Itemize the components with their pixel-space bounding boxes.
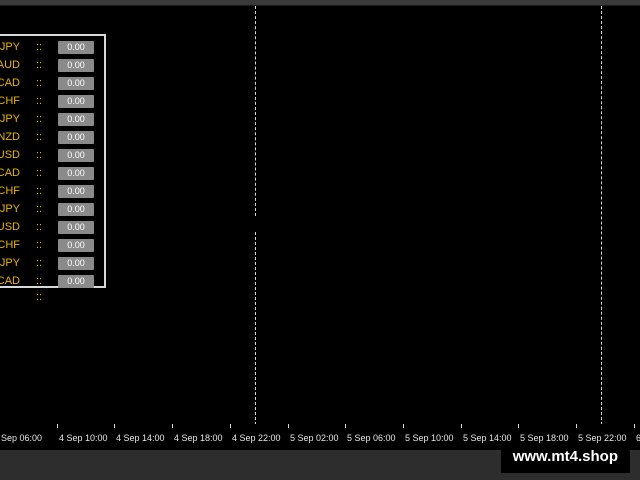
period-separator-line: [255, 232, 256, 430]
time-axis-tick: [461, 424, 462, 428]
value-box: 0.00: [58, 221, 94, 234]
row-separator: ::: [36, 203, 43, 215]
time-axis-tick: [403, 424, 404, 428]
time-axis-label: 5 Sep 22:00: [578, 433, 627, 443]
row-separator: ::: [36, 59, 43, 71]
row-separator: ::: [36, 221, 43, 233]
row-separator: ::: [36, 131, 43, 143]
time-axis-tick: [288, 424, 289, 428]
row-separator: ::: [36, 113, 43, 125]
time-axis-label: 4 Sep 14:00: [116, 433, 165, 443]
value-box: 0.00: [58, 239, 94, 252]
currency-pair-label: CAD: [0, 275, 20, 287]
panel-row: CHF:: 0.00: [0, 236, 102, 254]
panel-row: CAD:: 0.00: [0, 74, 102, 92]
panel-row: CHF:: 0.00: [0, 182, 102, 200]
panel-row: JPY:: 0.00: [0, 38, 102, 56]
currency-pair-label: AUD: [0, 59, 20, 71]
time-axis-tick: [172, 424, 173, 428]
time-axis-label: 5 Sep 02:00: [290, 433, 339, 443]
row-separator: ::: [36, 239, 43, 251]
row-separator: ::: [36, 167, 43, 179]
value-box: 0.00: [58, 77, 94, 90]
value-box: 0.00: [58, 59, 94, 72]
value-box: 0.00: [58, 149, 94, 162]
time-axis-label: 4 Sep 22:00: [232, 433, 281, 443]
value-box: 0.00: [58, 167, 94, 180]
currency-pair-label: JPY: [0, 41, 20, 53]
time-axis-label: 5 Sep 14:00: [463, 433, 512, 443]
panel-row: JPY:: 0.00: [0, 254, 102, 272]
row-separator: ::: [36, 257, 43, 269]
currency-pair-label: CHF: [0, 239, 20, 251]
currency-pair-label: USD: [0, 149, 20, 161]
currency-pair-label: CAD: [0, 77, 20, 89]
value-box: 0.00: [58, 113, 94, 126]
time-axis-label: Sep 06:00: [1, 433, 43, 443]
panel-row: JPY:: 0.00: [0, 200, 102, 218]
currency-pair-label: CAD: [0, 167, 20, 179]
value-box: 0.00: [58, 257, 94, 270]
currency-pair-label: JPY: [0, 257, 20, 269]
row-separator: ::: [36, 275, 43, 287]
row-separator: ::: [36, 185, 43, 197]
time-axis-label: 4 Sep 18:00: [174, 433, 223, 443]
period-separator-line: [255, 6, 256, 216]
panel-row: USD:: 0.00: [0, 146, 102, 164]
currency-pair-label: CHF: [0, 185, 20, 197]
value-box: 0.00: [58, 95, 94, 108]
row-separator: ::: [36, 77, 43, 89]
value-box: 0.00: [58, 185, 94, 198]
value-box: 0.00: [58, 41, 94, 54]
period-separator-line: [601, 6, 602, 430]
time-axis-tick: [518, 424, 519, 428]
panel-row: JPY:: 0.00: [0, 110, 102, 128]
time-axis-label: 5 Sep 18:00: [520, 433, 569, 443]
panel-row: NZD:: 0.00: [0, 128, 102, 146]
time-axis-label: 5 Sep 10:00: [405, 433, 454, 443]
chart-window: JPY:: 0.00 AUD:: 0.00 CAD:: 0.00 CHF:: 0.00 JPY:…: [0, 0, 640, 480]
row-separator: ::: [36, 149, 43, 161]
panel-separator: ::: [36, 291, 43, 303]
panel-row: CAD:: 0.00: [0, 164, 102, 182]
time-axis-tick: [634, 424, 635, 428]
time-axis-label: 5 Sep 06:00: [347, 433, 396, 443]
time-axis-tick: [345, 424, 346, 428]
currency-pair-label: JPY: [0, 203, 20, 215]
panel-row: USD:: 0.00: [0, 218, 102, 236]
currency-pair-label: JPY: [0, 113, 20, 125]
row-separator: ::: [36, 41, 43, 53]
time-axis-tick: [230, 424, 231, 428]
panel-row: AUD:: 0.00: [0, 56, 102, 74]
time-axis-label: 4 Sep 10:00: [59, 433, 108, 443]
currency-pair-label: USD: [0, 221, 20, 233]
value-box: 0.00: [58, 275, 94, 288]
chart-area[interactable]: JPY:: 0.00 AUD:: 0.00 CAD:: 0.00 CHF:: 0.00 JPY:…: [0, 6, 640, 430]
time-axis-label: 6 S: [636, 433, 640, 443]
value-box: 0.00: [58, 131, 94, 144]
watermark-logo: www.mt4.shop: [500, 443, 630, 473]
panel-row: CAD:: 0.00: [0, 272, 102, 290]
time-axis-tick: [576, 424, 577, 428]
currency-pair-label: CHF: [0, 95, 20, 107]
row-separator: ::: [36, 95, 43, 107]
value-box: 0.00: [58, 203, 94, 216]
time-axis-tick: [114, 424, 115, 428]
currency-pair-label: NZD: [0, 131, 20, 143]
time-axis-tick: [57, 424, 58, 428]
currency-strength-panel: JPY:: 0.00 AUD:: 0.00 CAD:: 0.00 CHF:: 0.00 JPY:…: [0, 34, 106, 288]
panel-row: CHF:: 0.00: [0, 92, 102, 110]
